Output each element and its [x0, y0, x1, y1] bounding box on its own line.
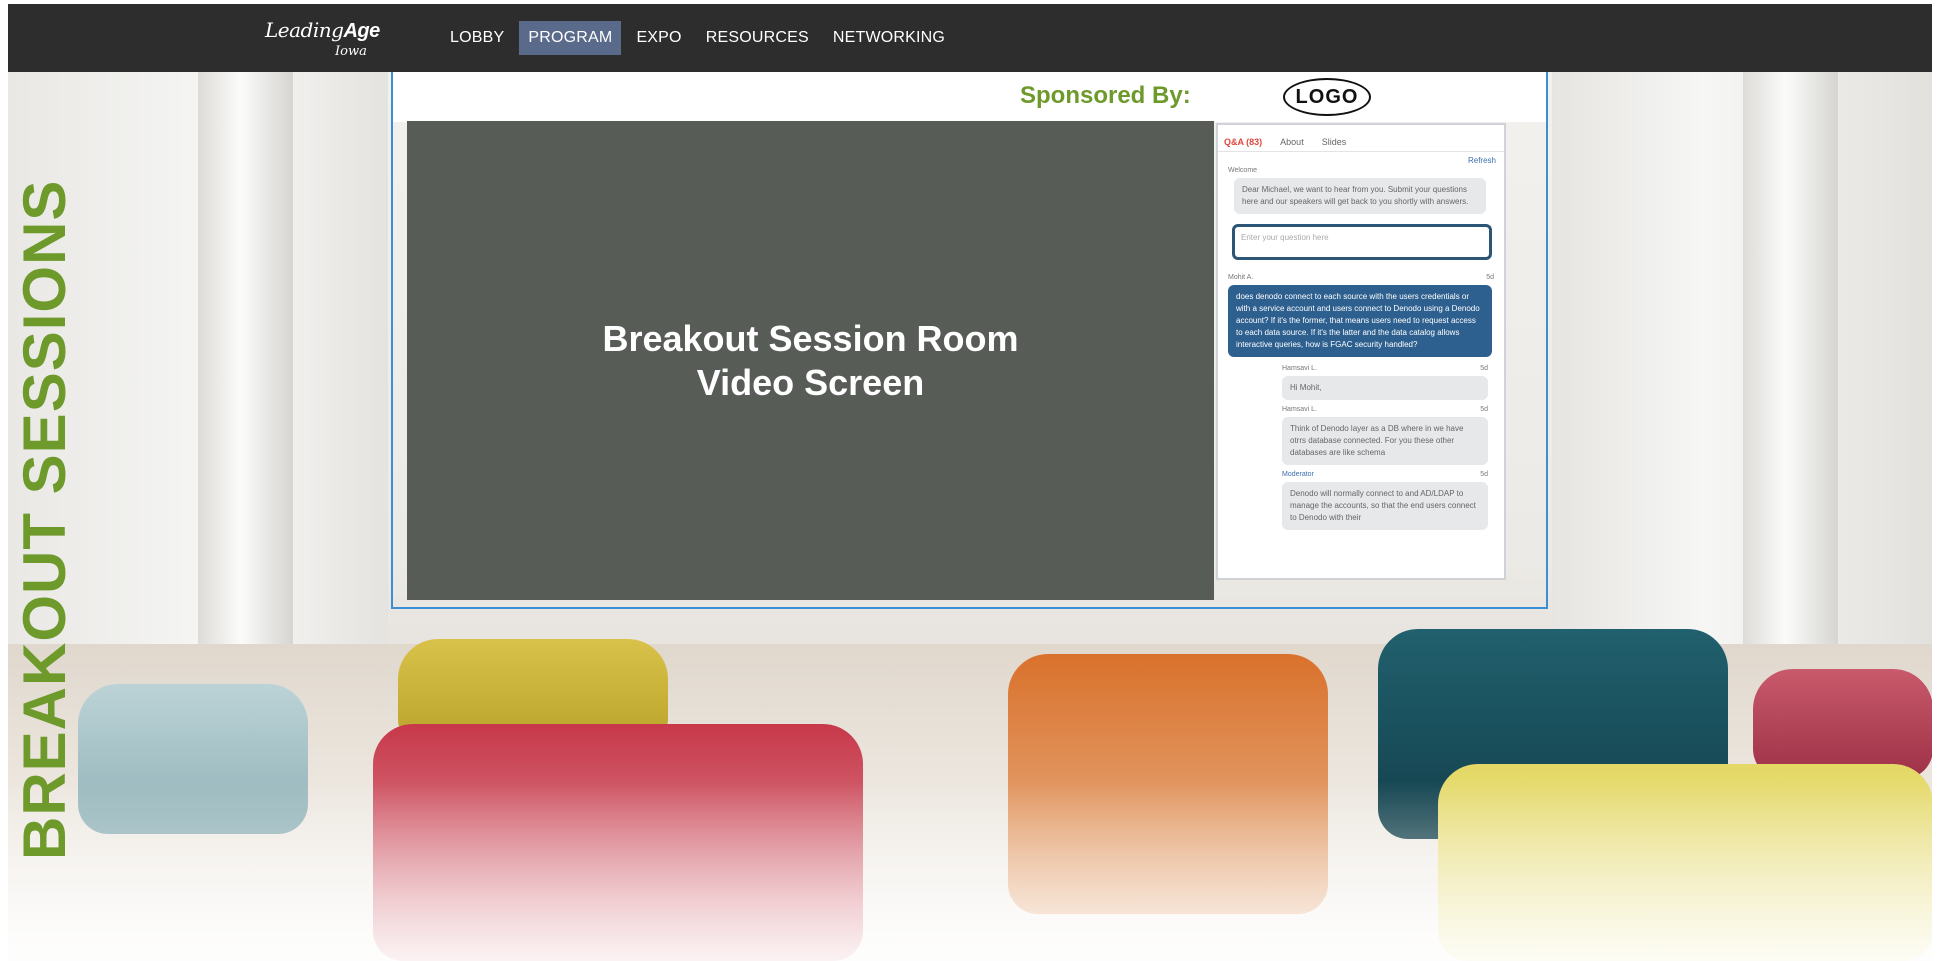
nav-item-lobby[interactable]: LOBBY: [441, 21, 513, 55]
nav-item-program[interactable]: PROGRAM: [519, 21, 622, 55]
tab-slides[interactable]: Slides: [1322, 137, 1347, 147]
question-meta: Mohit A. 5d: [1218, 272, 1504, 283]
right-wall: [1552, 4, 1932, 664]
pillar-left: [198, 64, 293, 664]
reply-bubble: Denodo will normally connect to and AD/L…: [1282, 482, 1488, 530]
reply-time: 5d: [1480, 406, 1488, 413]
qa-panel: Q&A (83) About Slides Refresh Welcome De…: [1216, 123, 1506, 580]
reply-bubble: Think of Denodo layer as a DB where in w…: [1282, 417, 1488, 465]
top-navbar: LeadingAge Iowa: [8, 4, 1932, 72]
video-title-line1: Breakout Session Room: [602, 317, 1019, 359]
video-title-line2: Video Screen: [696, 361, 925, 403]
reply-author: Hamsavi L.: [1282, 406, 1318, 413]
refresh-link[interactable]: Refresh: [1218, 152, 1504, 165]
reply-time: 5d: [1480, 365, 1488, 372]
brand-logo-text: LeadingAge: [265, 18, 380, 42]
question-input[interactable]: Enter your question here: [1232, 224, 1492, 260]
sponsored-by-label: Sponsored By:: [1020, 82, 1191, 109]
reply-author: Moderator: [1282, 471, 1314, 478]
reply-item: Moderator 5d Denodo will normally connec…: [1282, 469, 1488, 530]
nav-item-expo[interactable]: EXPO: [627, 21, 690, 55]
sponsor-logo[interactable]: LOGO: [1283, 78, 1371, 116]
pillar-right: [1743, 64, 1838, 664]
tab-qa[interactable]: Q&A (83): [1224, 137, 1262, 147]
reply-item: Hamsavi L. 5d Hi Mohit,: [1282, 363, 1488, 400]
reply-item: Hamsavi L. 5d Think of Denodo layer as a…: [1282, 404, 1488, 465]
reply-bubble: Hi Mohit,: [1282, 376, 1488, 400]
brand-logo[interactable]: LeadingAge Iowa: [265, 18, 385, 64]
reply-meta: Hamsavi L. 5d: [1282, 404, 1488, 415]
brand-logo-sub: Iowa: [335, 44, 367, 59]
welcome-label: Welcome: [1228, 167, 1258, 174]
reply-time: 5d: [1480, 471, 1488, 478]
stage-header-area: [393, 72, 1546, 122]
reply-author: Hamsavi L.: [1282, 365, 1318, 372]
welcome-message: Dear Michael, we want to hear from you. …: [1234, 178, 1486, 214]
question-author: Mohit A.: [1228, 274, 1254, 281]
tab-about[interactable]: About: [1280, 137, 1304, 147]
main-nav: LOBBY PROGRAM EXPO RESOURCES NETWORKING: [441, 21, 960, 55]
seat-pink-right: [1753, 669, 1932, 779]
nav-item-resources[interactable]: RESOURCES: [697, 21, 818, 55]
side-title: BREAKOUT SESSIONS: [11, 179, 78, 860]
reply-meta: Hamsavi L. 5d: [1282, 363, 1488, 374]
nav-item-networking[interactable]: NETWORKING: [824, 21, 954, 55]
question-bubble: does denodo connect to each source with …: [1228, 285, 1492, 357]
qa-tabs: Q&A (83) About Slides: [1218, 125, 1504, 152]
bottom-fade: [8, 781, 1932, 961]
question-time: 5d: [1486, 274, 1494, 281]
video-screen[interactable]: Breakout Session Room Video Screen: [407, 121, 1214, 600]
reply-meta: Moderator 5d: [1282, 469, 1488, 480]
